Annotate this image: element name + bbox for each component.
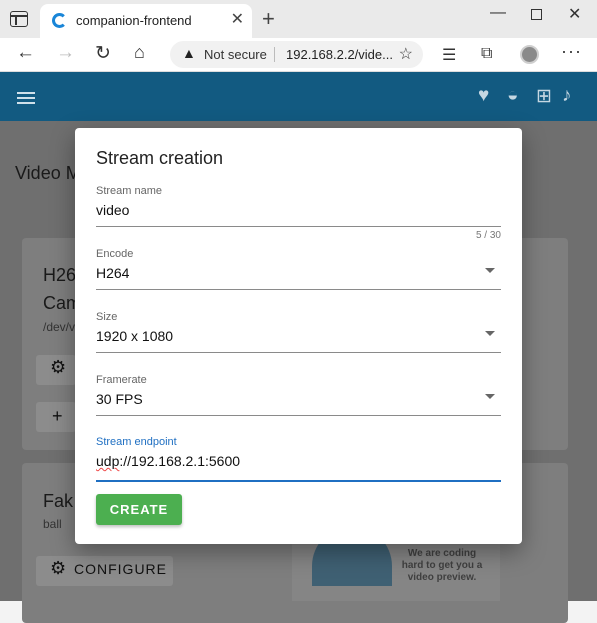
- preview-placeholder-text: We are coding hard to get you a video pr…: [401, 548, 483, 583]
- collections-icon[interactable]: ⧉: [481, 45, 492, 63]
- favorites-icon[interactable]: ☰: [442, 45, 456, 65]
- encode-select[interactable]: Encode H264: [96, 248, 501, 290]
- more-options-icon[interactable]: ···: [561, 41, 582, 62]
- configure-button[interactable]: ⚙: [36, 355, 76, 385]
- stream-name-field[interactable]: Stream name video: [96, 185, 501, 227]
- stream-endpoint-underline: [96, 480, 501, 482]
- tab-close-icon[interactable]: ✕: [231, 9, 244, 29]
- address-separator: [274, 47, 275, 62]
- add-favorite-icon[interactable]: ☆: [399, 44, 413, 64]
- minimize-button[interactable]: —: [490, 4, 506, 22]
- stream-creation-dialog: Stream creation Stream name video 5 / 30…: [75, 128, 522, 544]
- endpoint-address: ://192.168.2.1:5600: [119, 453, 241, 469]
- gear-icon: ⚙: [50, 357, 67, 377]
- heart-pulse-icon[interactable]: ♥: [478, 85, 489, 107]
- size-select[interactable]: Size 1920 x 1080: [96, 311, 501, 353]
- url-text[interactable]: 192.168.2.2/vide...: [286, 47, 393, 62]
- framerate-underline: [96, 415, 501, 416]
- window-close-button[interactable]: ✕: [568, 4, 581, 24]
- dropdown-arrow-icon[interactable]: [485, 331, 495, 336]
- stream-name-label: Stream name: [96, 185, 163, 197]
- create-button[interactable]: CREATE: [96, 494, 182, 525]
- tab-title: companion-frontend: [76, 13, 192, 28]
- size-label: Size: [96, 311, 118, 323]
- app-header: ♥ ◒ ⊞ ♪: [0, 72, 597, 121]
- size-value[interactable]: 1920 x 1080: [96, 328, 173, 344]
- stream-endpoint-label: Stream endpoint: [96, 436, 177, 448]
- security-label[interactable]: Not secure: [204, 47, 267, 62]
- favicon-icon: [52, 13, 67, 28]
- stream-name-input[interactable]: video: [96, 202, 129, 218]
- size-underline: [96, 352, 501, 353]
- profile-avatar[interactable]: [520, 45, 539, 64]
- maximize-button[interactable]: [531, 9, 542, 20]
- notification-bell-icon[interactable]: ♪: [562, 85, 572, 107]
- dialog-title: Stream creation: [96, 148, 224, 168]
- framerate-label: Framerate: [96, 374, 147, 386]
- spellcheck-word: udp: [96, 453, 120, 469]
- card-device-name-2: Fak: [43, 491, 74, 511]
- card-device-subtitle-2: ball: [43, 517, 62, 531]
- stream-name-underline: [96, 226, 501, 227]
- address-bar[interactable]: ▲ Not secure 192.168.2.2/vide... ☆: [170, 41, 423, 68]
- page-title: Video M: [15, 163, 81, 183]
- stream-endpoint-field[interactable]: Stream endpoint udp://192.168.2.1:5600: [96, 436, 501, 482]
- browser-nav-bar: ← → ↻ ⌂ ▲ Not secure 192.168.2.2/vide...…: [0, 38, 597, 72]
- forward-icon[interactable]: →: [56, 42, 75, 64]
- browser-tab-bar: companion-frontend ✕ + — ✕: [0, 0, 597, 38]
- gear-icon: ⚙: [50, 558, 67, 578]
- encode-label: Encode: [96, 248, 134, 260]
- home-icon[interactable]: ⌂: [134, 42, 145, 63]
- browser-tab[interactable]: companion-frontend ✕: [40, 4, 252, 38]
- dropdown-arrow-icon[interactable]: [485, 268, 495, 273]
- stream-endpoint-input[interactable]: udp://192.168.2.1:5600: [96, 453, 240, 469]
- framerate-value[interactable]: 30 FPS: [96, 391, 143, 407]
- framerate-select[interactable]: Framerate 30 FPS: [96, 374, 501, 416]
- configure-label: CONFIGURE: [74, 561, 167, 577]
- menu-icon[interactable]: [17, 92, 35, 104]
- add-stream-label: +: [52, 406, 64, 426]
- encode-value[interactable]: H264: [96, 265, 129, 281]
- tab-actions-icon[interactable]: [10, 11, 28, 27]
- network-icon[interactable]: ⊞: [536, 85, 552, 108]
- add-stream-button[interactable]: +: [36, 402, 76, 432]
- configure-button-2[interactable]: ⚙ CONFIGURE: [36, 556, 173, 586]
- encode-underline: [96, 289, 501, 290]
- dropdown-arrow-icon[interactable]: [485, 394, 495, 399]
- back-icon[interactable]: ←: [16, 42, 35, 64]
- card-device-path: /dev/v: [43, 320, 76, 334]
- refresh-icon[interactable]: ↻: [95, 42, 111, 65]
- stream-name-counter: 5 / 30: [475, 230, 501, 241]
- wifi-icon[interactable]: ◒: [507, 85, 518, 107]
- warning-icon[interactable]: ▲: [182, 45, 196, 61]
- new-tab-button[interactable]: +: [262, 6, 275, 32]
- card-device-name: H26: [43, 265, 77, 285]
